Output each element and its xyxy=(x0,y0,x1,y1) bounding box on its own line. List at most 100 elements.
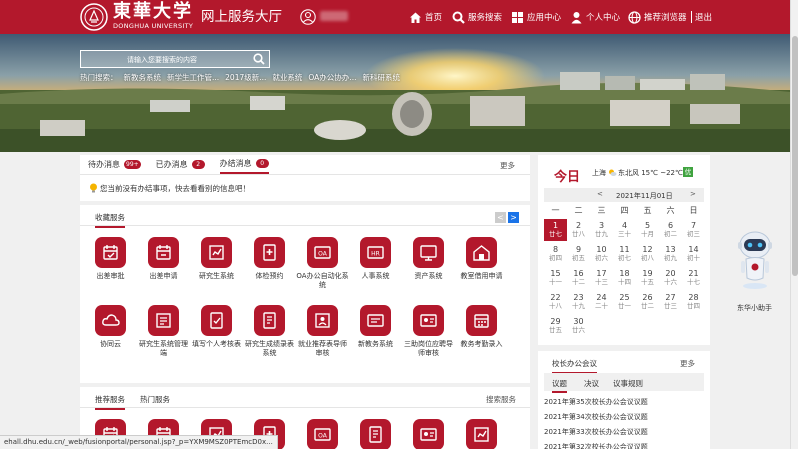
logout-link[interactable]: 退出 xyxy=(695,10,712,24)
hot-search-item[interactable]: 2017级新... xyxy=(225,73,266,83)
hot-search-item[interactable]: 新科研系统 xyxy=(362,73,400,83)
service-icon-box[interactable] xyxy=(360,419,391,449)
favorite-service-item[interactable]: 教务考勤录入 xyxy=(455,305,508,349)
service-icon-box[interactable] xyxy=(413,419,444,449)
favorite-service-item[interactable]: 填写个人考核表 xyxy=(190,305,243,349)
user-avatar-icon[interactable] xyxy=(300,9,316,25)
service-icon-box[interactable] xyxy=(466,419,497,449)
calendar-day[interactable]: 18 十四 xyxy=(613,267,636,289)
hot-search-item[interactable]: OA办公协办... xyxy=(308,73,356,83)
search-input[interactable]: 请输入您要搜索的内容 xyxy=(127,55,197,65)
calendar-day[interactable]: 6 初二 xyxy=(659,219,682,241)
recommended-service-item[interactable] xyxy=(455,419,508,449)
nav-personal-center[interactable]: 个人中心 xyxy=(570,10,620,24)
service-icon-box[interactable] xyxy=(307,305,338,336)
favorite-service-item[interactable]: 三助岗位应聘导师审核 xyxy=(402,305,455,358)
favorite-service-item[interactable]: 教室借用申请 xyxy=(455,237,508,281)
service-icon-box[interactable]: OA xyxy=(307,419,338,449)
tab-agenda[interactable]: 议题 xyxy=(552,378,567,393)
calendar-day[interactable]: 9 初五 xyxy=(567,243,590,265)
service-icon-box[interactable] xyxy=(95,305,126,336)
recommended-service-item[interactable] xyxy=(402,419,455,449)
search-services-link[interactable]: 搜索服务 xyxy=(486,394,516,405)
calendar-day[interactable]: 14 初十 xyxy=(682,243,705,265)
service-icon-box[interactable] xyxy=(148,237,179,268)
nav-service-search[interactable]: 服务搜索 xyxy=(452,10,502,24)
recommended-service-item[interactable] xyxy=(349,419,402,449)
hot-search-item[interactable]: 新教务系统 xyxy=(124,73,162,83)
tab-finished-messages[interactable]: 办结消息 0 xyxy=(219,155,269,174)
service-icon-box[interactable]: HR xyxy=(360,237,391,268)
calendar-day[interactable]: 11 初七 xyxy=(613,243,636,265)
search-icon[interactable] xyxy=(253,53,265,65)
calendar-day[interactable]: 3 廿九 xyxy=(590,219,613,241)
calendar-day[interactable]: 10 初六 xyxy=(590,243,613,265)
nav-app-center[interactable]: 应用中心 xyxy=(511,10,561,24)
calendar-day[interactable]: 7 初三 xyxy=(682,219,705,241)
service-icon-box[interactable] xyxy=(95,237,126,268)
service-icon-box[interactable] xyxy=(466,305,497,336)
search-bar[interactable]: 请输入您要搜索的内容 xyxy=(80,50,270,68)
service-icon-box[interactable] xyxy=(413,305,444,336)
favorite-service-item[interactable]: OA OA办公自动化系统 xyxy=(296,237,349,290)
service-icon-box[interactable] xyxy=(254,237,285,268)
calendar-day[interactable]: 5 十月 xyxy=(636,219,659,241)
calendar-next-button[interactable]: > xyxy=(690,190,696,198)
favorite-service-item[interactable]: 体检预约 xyxy=(243,237,296,281)
calendar-day[interactable]: 13 初九 xyxy=(659,243,682,265)
favorite-service-item[interactable]: HR 人事系统 xyxy=(349,237,402,281)
calendar-day-today[interactable]: 1 廿七 xyxy=(544,219,567,241)
calendar-day[interactable]: 27 廿三 xyxy=(659,291,682,313)
service-icon-box[interactable] xyxy=(466,237,497,268)
service-icon-box[interactable] xyxy=(413,237,444,268)
calendar-prev-button[interactable]: < xyxy=(597,190,603,198)
favorite-service-item[interactable]: 研究生系统 xyxy=(190,237,243,281)
calendar-day[interactable]: 12 初八 xyxy=(636,243,659,265)
service-icon-box[interactable] xyxy=(148,305,179,336)
messages-more-link[interactable]: 更多 xyxy=(500,160,515,171)
tab-rules[interactable]: 议事规则 xyxy=(613,378,643,389)
favorite-service-item[interactable]: 出差申请 xyxy=(137,237,190,281)
nav-recommended-browser[interactable]: 推荐浏览器 xyxy=(628,10,687,24)
favorites-prev-button[interactable]: < xyxy=(495,212,506,223)
calendar-day[interactable]: 16 十二 xyxy=(567,267,590,289)
calendar-day[interactable]: 21 十七 xyxy=(682,267,705,289)
calendar-day[interactable]: 15 十一 xyxy=(544,267,567,289)
service-icon-box[interactable] xyxy=(360,305,391,336)
calendar-day[interactable]: 2 廿八 xyxy=(567,219,590,241)
calendar-day[interactable]: 22 十八 xyxy=(544,291,567,313)
favorite-service-item[interactable]: 研究生系统管理端 xyxy=(137,305,190,358)
calendar-day[interactable]: 30 廿六 xyxy=(567,315,590,337)
favorite-service-item[interactable]: 新教务系统 xyxy=(349,305,402,349)
calendar-day[interactable]: 23 十九 xyxy=(567,291,590,313)
meeting-more-link[interactable]: 更多 xyxy=(680,358,695,369)
tab-popular-services[interactable]: 热门服务 xyxy=(140,394,170,405)
calendar-day[interactable]: 20 十六 xyxy=(659,267,682,289)
tab-todo-messages[interactable]: 待办消息 99+ xyxy=(88,155,141,174)
service-icon-box[interactable] xyxy=(254,305,285,336)
recommended-service-item[interactable]: OA xyxy=(296,419,349,449)
meeting-item[interactable]: 2021年第35次校长办公会议议题 xyxy=(544,396,702,409)
service-icon-box[interactable]: OA xyxy=(307,237,338,268)
hot-search-item[interactable]: 新学生工作管... xyxy=(167,73,219,83)
calendar-day[interactable]: 4 三十 xyxy=(613,219,636,241)
favorites-next-button[interactable]: > xyxy=(508,212,519,223)
favorite-service-item[interactable]: 资产系统 xyxy=(402,237,455,281)
tab-resolution[interactable]: 决议 xyxy=(584,378,599,389)
hot-search-item[interactable]: 就业系统 xyxy=(272,73,302,83)
calendar-day[interactable]: 24 二十 xyxy=(590,291,613,313)
tab-done-messages[interactable]: 已办消息 2 xyxy=(156,155,205,174)
service-icon-box[interactable] xyxy=(201,237,232,268)
favorite-service-item[interactable]: 出差审批 xyxy=(84,237,137,281)
meeting-item[interactable]: 2021年第34次校长办公会议议题 xyxy=(544,411,702,424)
nav-home[interactable]: 首页 xyxy=(409,10,442,24)
calendar-day[interactable]: 26 廿二 xyxy=(636,291,659,313)
assistant-robot-icon[interactable] xyxy=(736,230,774,290)
calendar-day[interactable]: 25 廿一 xyxy=(613,291,636,313)
favorite-service-item[interactable]: 协同云 xyxy=(84,305,137,349)
service-icon-box[interactable] xyxy=(201,305,232,336)
page-scrollbar[interactable] xyxy=(790,0,798,449)
favorite-service-item[interactable]: 就业推荐表导师审核 xyxy=(296,305,349,358)
calendar-day[interactable]: 17 十三 xyxy=(590,267,613,289)
favorite-service-item[interactable]: 研究生成绩录表系统 xyxy=(243,305,296,358)
